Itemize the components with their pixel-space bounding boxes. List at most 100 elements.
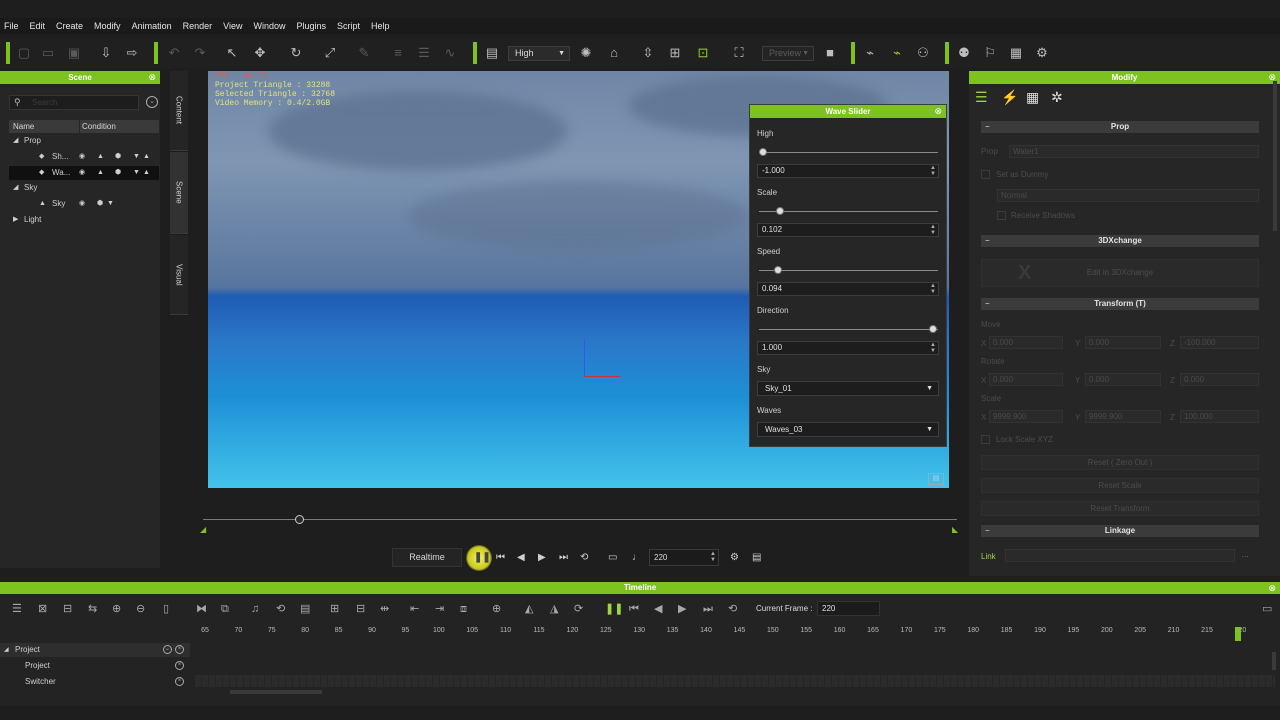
fit-view-icon[interactable]: ⇳ bbox=[640, 45, 656, 61]
open-folder-icon[interactable]: ▭ bbox=[40, 45, 56, 61]
pause-icon[interactable]: ❚❚ bbox=[474, 551, 491, 565]
tree-row-sky[interactable]: ▲ Sky ◉ ⬢ ▼ bbox=[9, 197, 159, 211]
modify-scrollbar[interactable] bbox=[1273, 81, 1277, 231]
render-frame-icon[interactable]: ⛶ bbox=[731, 45, 747, 61]
quality-dropdown[interactable]: High ▼ bbox=[508, 46, 570, 61]
rigid-body-icon[interactable]: ⚇ bbox=[915, 45, 931, 61]
shading-icon[interactable]: ▼ bbox=[133, 166, 140, 180]
prop-section-header[interactable]: − Prop bbox=[981, 121, 1259, 133]
save-icon[interactable]: ▣ bbox=[66, 45, 82, 61]
home-icon[interactable]: ⌂ bbox=[606, 45, 622, 61]
light-bulb-icon[interactable]: ▲ bbox=[143, 166, 150, 180]
close-icon[interactable]: ⊗ bbox=[934, 105, 942, 118]
direction-input[interactable]: 1.000 ▲ ▼ bbox=[757, 341, 939, 355]
scene-search-input[interactable]: ⚲ Search bbox=[9, 95, 139, 110]
eye-icon[interactable]: ◉ bbox=[79, 166, 85, 180]
set-as-dummy-checkbox[interactable] bbox=[981, 170, 990, 179]
receive-shadows-checkbox[interactable] bbox=[997, 211, 1006, 220]
menu-script[interactable]: Script bbox=[337, 21, 360, 31]
direction-slider[interactable] bbox=[759, 325, 938, 333]
link-tool-icon[interactable]: ⚙ bbox=[1034, 45, 1050, 61]
speed-slider[interactable] bbox=[759, 266, 938, 274]
collapse-icon[interactable]: ▶ bbox=[13, 213, 18, 227]
ik-icon[interactable]: ∿ bbox=[442, 45, 458, 61]
tree-row-prop[interactable]: ◢ Prop bbox=[9, 134, 159, 148]
cube-icon[interactable]: ⬢ bbox=[115, 166, 121, 180]
menu-modify[interactable]: Modify bbox=[94, 21, 121, 31]
waves-dropdown[interactable]: Waves_03 ▼ bbox=[757, 422, 939, 437]
modify-tab-motion-icon[interactable]: ⚡ bbox=[1001, 89, 1018, 106]
linkage-section-header[interactable]: − Linkage bbox=[981, 525, 1259, 537]
lock-icon[interactable]: ▲ bbox=[97, 166, 104, 180]
camera-icon[interactable]: ■ bbox=[822, 45, 838, 61]
keyboard-icon[interactable]: ▤ bbox=[752, 551, 761, 565]
physics-icon[interactable]: ⌁ bbox=[862, 45, 878, 61]
modify-tab-material-icon[interactable]: ▦ bbox=[1026, 89, 1039, 106]
music-note-icon[interactable]: ♩ bbox=[632, 551, 642, 565]
playhead[interactable] bbox=[1235, 627, 1241, 641]
rotate-z-field[interactable]: 0.000 bbox=[1180, 373, 1259, 386]
rotate-x-field[interactable]: 0.000 bbox=[989, 373, 1063, 386]
close-track-icon[interactable]: × bbox=[175, 677, 184, 686]
expand-icon[interactable]: ◢ bbox=[13, 181, 18, 195]
spinner-icon[interactable]: ▲ ▼ bbox=[710, 551, 716, 563]
select-arrow-icon[interactable]: ↖ bbox=[224, 45, 240, 61]
tree-row-water[interactable]: ◆ Wa... ◉ ▲ ⬢ ▼ ▲ bbox=[9, 166, 159, 180]
new-file-icon[interactable]: ▢ bbox=[16, 45, 32, 61]
shadow-mode-dropdown[interactable]: Normal bbox=[997, 189, 1259, 202]
menu-animation[interactable]: Animation bbox=[132, 21, 172, 31]
flag-icon[interactable]: ⚐ bbox=[982, 45, 998, 61]
playback-slider[interactable]: ◢ ◣ bbox=[200, 515, 960, 535]
menu-create[interactable]: Create bbox=[56, 21, 83, 31]
import-icon[interactable]: ⇩ bbox=[98, 45, 114, 61]
move-y-field[interactable]: 0.000 bbox=[1085, 336, 1161, 349]
move-z-field[interactable]: -100.000 bbox=[1180, 336, 1259, 349]
grid-icon[interactable]: ⊞ bbox=[667, 45, 683, 61]
viewport-menu-icon[interactable]: ▤ bbox=[928, 473, 944, 485]
next-frame-icon[interactable]: ▶ bbox=[538, 551, 546, 565]
range-end-marker[interactable]: ◣ bbox=[952, 525, 958, 534]
close-track-icon[interactable]: × bbox=[175, 661, 184, 670]
settings-gear-icon[interactable]: ⚙ bbox=[730, 551, 739, 565]
eye-icon[interactable]: ◉ bbox=[79, 197, 85, 211]
scale-icon[interactable]: ⤢ bbox=[322, 45, 338, 61]
menu-plugins[interactable]: Plugins bbox=[297, 21, 327, 31]
speed-input[interactable]: 0.094 ▲ ▼ bbox=[757, 282, 939, 296]
scale-input[interactable]: 0.102 ▲ ▼ bbox=[757, 223, 939, 237]
gizmo-icon[interactable]: ⊡ bbox=[695, 45, 711, 61]
view-mode-icon[interactable]: ▤ bbox=[484, 45, 500, 61]
eye-icon[interactable]: ◉ bbox=[79, 150, 85, 164]
marker-icon[interactable]: ▭ bbox=[608, 551, 617, 565]
menu-view[interactable]: View bbox=[223, 21, 242, 31]
slider-handle[interactable] bbox=[776, 207, 784, 215]
lock-icon[interactable]: ▲ bbox=[97, 150, 104, 164]
column-condition[interactable]: Condition bbox=[79, 120, 116, 133]
menu-render[interactable]: Render bbox=[183, 21, 213, 31]
close-icon[interactable]: ⊗ bbox=[1268, 582, 1276, 594]
move-icon[interactable]: ✥ bbox=[252, 45, 268, 61]
menu-file[interactable]: File bbox=[4, 21, 19, 31]
preview-dropdown[interactable]: Preview ▼ bbox=[762, 46, 814, 61]
light-icon[interactable]: ✺ bbox=[578, 45, 594, 61]
realtime-mode-button[interactable]: Realtime bbox=[392, 548, 462, 567]
slider-handle[interactable] bbox=[759, 148, 767, 156]
rotate-y-field[interactable]: 0.000 bbox=[1085, 373, 1161, 386]
spinner-icon[interactable]: ▲ ▼ bbox=[930, 342, 936, 354]
modify-tab-attribute-icon[interactable]: ✲ bbox=[1051, 89, 1063, 106]
character-icon[interactable]: ⚉ bbox=[956, 45, 972, 61]
spinner-icon[interactable]: ▲ ▼ bbox=[930, 224, 936, 236]
slider-handle[interactable] bbox=[929, 325, 937, 333]
filter-icon[interactable]: ⌄ bbox=[146, 96, 158, 108]
move-x-field[interactable]: 0.000 bbox=[989, 336, 1063, 349]
range-start-marker[interactable]: ◢ bbox=[200, 525, 206, 534]
loop-icon[interactable]: ⟲ bbox=[580, 551, 588, 565]
timeline-ruler[interactable]: 65 70 75 80 85 90 95 100 105 110 115 120 125 130 135 14… bbox=[0, 582, 1250, 642]
previous-frame-icon[interactable]: ◀ bbox=[517, 551, 525, 565]
more-options-icon[interactable]: … bbox=[1241, 550, 1249, 559]
timeline-options-icon[interactable]: ▭ bbox=[1262, 603, 1272, 615]
high-input[interactable]: -1.000 ▲ ▼ bbox=[757, 164, 939, 178]
modify-tab-settings-icon[interactable]: ☰ bbox=[975, 89, 988, 106]
light-bulb-icon[interactable]: ▲ bbox=[143, 150, 150, 164]
sky-dropdown[interactable]: Sky_01 ▼ bbox=[757, 381, 939, 396]
lock-scale-checkbox[interactable] bbox=[981, 435, 990, 444]
